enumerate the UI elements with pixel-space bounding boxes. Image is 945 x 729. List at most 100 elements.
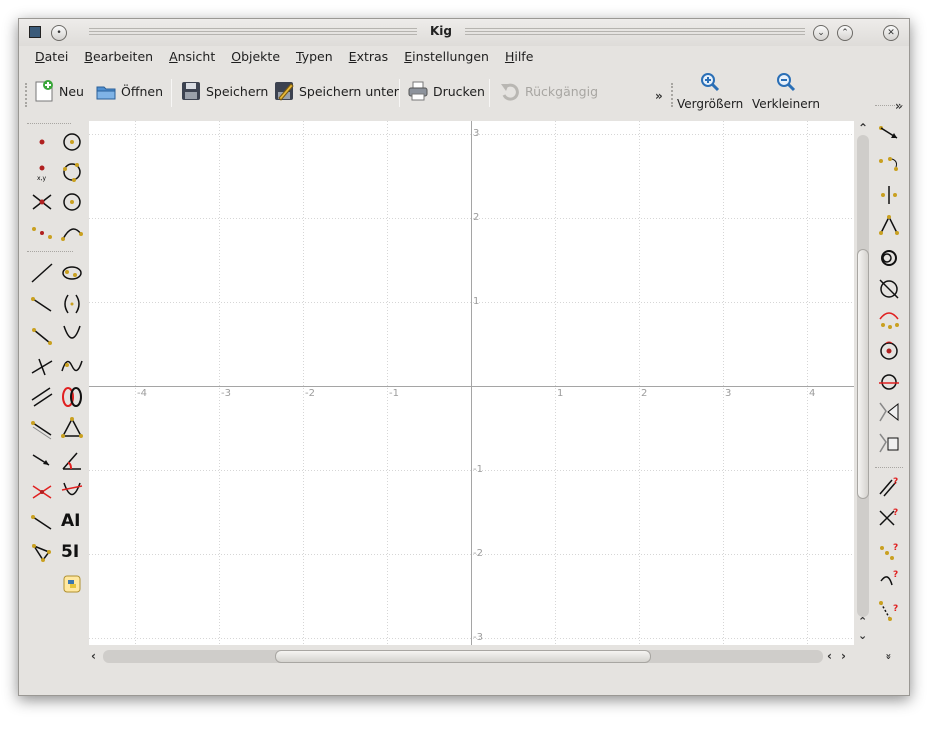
scroll-left-arrow[interactable]: ‹ [91,649,96,663]
homothety-tool[interactable] [876,245,902,271]
maximize-button[interactable]: ⌃ [837,25,853,41]
line-tool[interactable] [29,260,55,286]
projective-tool[interactable] [876,399,902,425]
menu-extras[interactable]: Extras [341,47,397,69]
sticky-button[interactable]: • [51,25,67,41]
undo-button[interactable]: Rückgängig [499,77,598,105]
reflect-line-tool[interactable] [876,213,902,239]
text-label-tool[interactable]: AI [59,509,85,535]
app-menu-icon[interactable] [29,26,41,38]
point-by-coords-tool[interactable]: x,y [29,159,55,185]
right-panel-expand-button[interactable]: » [883,653,894,659]
conic-tangent-tool[interactable] [59,478,85,504]
vertical-scroll-thumb[interactable] [857,249,869,499]
toolbar-handle[interactable] [671,83,674,107]
toolbar-handle[interactable] [25,83,28,107]
intersection-point-tool[interactable] [29,189,55,215]
midpoint-icon [32,227,52,239]
open-button[interactable]: Öffnen [95,77,163,105]
menu-einstellungen[interactable]: Einstellungen [396,47,497,69]
parallel-test-tool[interactable]: ? [876,474,902,500]
scroll-right-arrow[interactable]: › [841,649,846,663]
menu-typen[interactable]: Typen [288,47,341,69]
segment-length-tool[interactable] [29,415,55,441]
arc-transform-tool[interactable] [876,307,902,333]
conic-tangent-icon [61,482,83,496]
affine-tool[interactable] [876,430,902,456]
right-panel-handle[interactable] [875,105,903,107]
python-script-tool[interactable] [59,571,85,597]
svg-text:?: ? [893,508,898,518]
polygon-tool[interactable] [29,540,55,566]
x-tick-label: -3 [221,388,231,399]
circle-transform-tool[interactable] [876,338,902,364]
point-tool[interactable] [29,129,55,155]
segment-tool[interactable] [29,322,55,348]
arc-transform-icon [879,312,899,329]
drawing-canvas[interactable]: -4 -3 -2 -1 1 2 3 4 3 2 1 -1 -2 -3 [89,121,854,645]
title-bar[interactable]: • Kig ⌄ ⌃ ✕ [19,19,909,46]
midpoint-tool[interactable] [29,220,55,246]
inversion-tool[interactable] [876,276,902,302]
scroll-down-up-arrow[interactable]: ⌃ [858,615,867,628]
menu-objekte[interactable]: Objekte [223,47,288,69]
circle-center-point-tool[interactable] [59,129,85,155]
angle-tool[interactable] [59,447,85,473]
collinear-test-tool[interactable]: ? [876,536,902,562]
horizontal-scrollbar[interactable]: ‹ ‹ › [89,647,854,667]
zoom-in-button[interactable]: Vergrößern [677,71,743,117]
save-as-button[interactable]: Speichern unter [273,77,399,105]
horizontal-scroll-thumb[interactable] [275,650,651,663]
triangle-tool[interactable] [59,415,85,441]
perpendicular-tool[interactable] [29,353,55,379]
save-as-label: Speichern unter [299,83,399,99]
line-intersection-tool[interactable] [29,478,55,504]
locus-tool[interactable] [59,384,85,410]
arc-three-points-tool[interactable] [59,220,85,246]
numeric-label-tool[interactable]: 5I [59,540,85,566]
ray-tool[interactable] [29,291,55,317]
parallel-icon [31,387,53,407]
svg-text:?: ? [893,477,898,487]
parabola-tool[interactable] [59,322,85,348]
parallel-tool[interactable] [29,384,55,410]
contains-test-tool[interactable]: ? [876,567,902,593]
print-button[interactable]: Drucken [407,77,485,105]
point-icon [39,139,45,145]
orthogonal-test-tool[interactable]: ? [876,505,902,531]
toolbar-separator [489,79,490,107]
circle-center-radius-tool[interactable] [59,189,85,215]
vector-tool[interactable] [29,447,55,473]
menu-ansicht[interactable]: Ansicht [161,47,223,69]
translate-tool[interactable] [876,121,902,147]
menu-bearbeiten[interactable]: Bearbeiten [76,47,161,69]
x-tick-label: 2 [641,388,648,399]
parallel-test-icon: ? [879,477,898,497]
save-button[interactable]: Speichern [180,77,268,105]
bisector-tool[interactable] [29,509,55,535]
distance-test-tool[interactable]: ? [876,597,902,623]
circle-line-tool[interactable] [876,369,902,395]
menu-datei[interactable]: Datei [27,47,76,69]
cubic-tool[interactable] [59,353,85,379]
window-title: Kig [429,24,452,38]
arc-three-points-icon [61,228,83,241]
scroll-right-left-arrow[interactable]: ‹ [827,649,832,663]
menu-hilfe[interactable]: Hilfe [497,47,541,69]
conic-five-points-tool[interactable] [59,260,85,286]
close-button[interactable]: ✕ [883,25,899,41]
y-tick-label: 1 [473,296,480,307]
zoom-out-button[interactable]: Verkleinern [751,71,821,117]
scroll-up-arrow[interactable]: ⌃ [858,121,868,135]
vertical-scrollbar[interactable]: ⌃ ⌃ ⌄ [854,121,872,645]
minimize-button[interactable]: ⌄ [813,25,829,41]
panel-handle[interactable] [27,123,71,125]
new-button[interactable]: Neu [33,77,84,105]
hyperbola-tool[interactable] [59,291,85,317]
scroll-down-arrow[interactable]: ⌄ [858,629,867,642]
line-icon [31,263,53,283]
toolbar-overflow-button[interactable]: » [655,89,663,103]
rotate-tool[interactable] [876,151,902,177]
reflect-point-tool[interactable] [876,182,902,208]
circle-three-points-tool[interactable] [59,159,85,185]
